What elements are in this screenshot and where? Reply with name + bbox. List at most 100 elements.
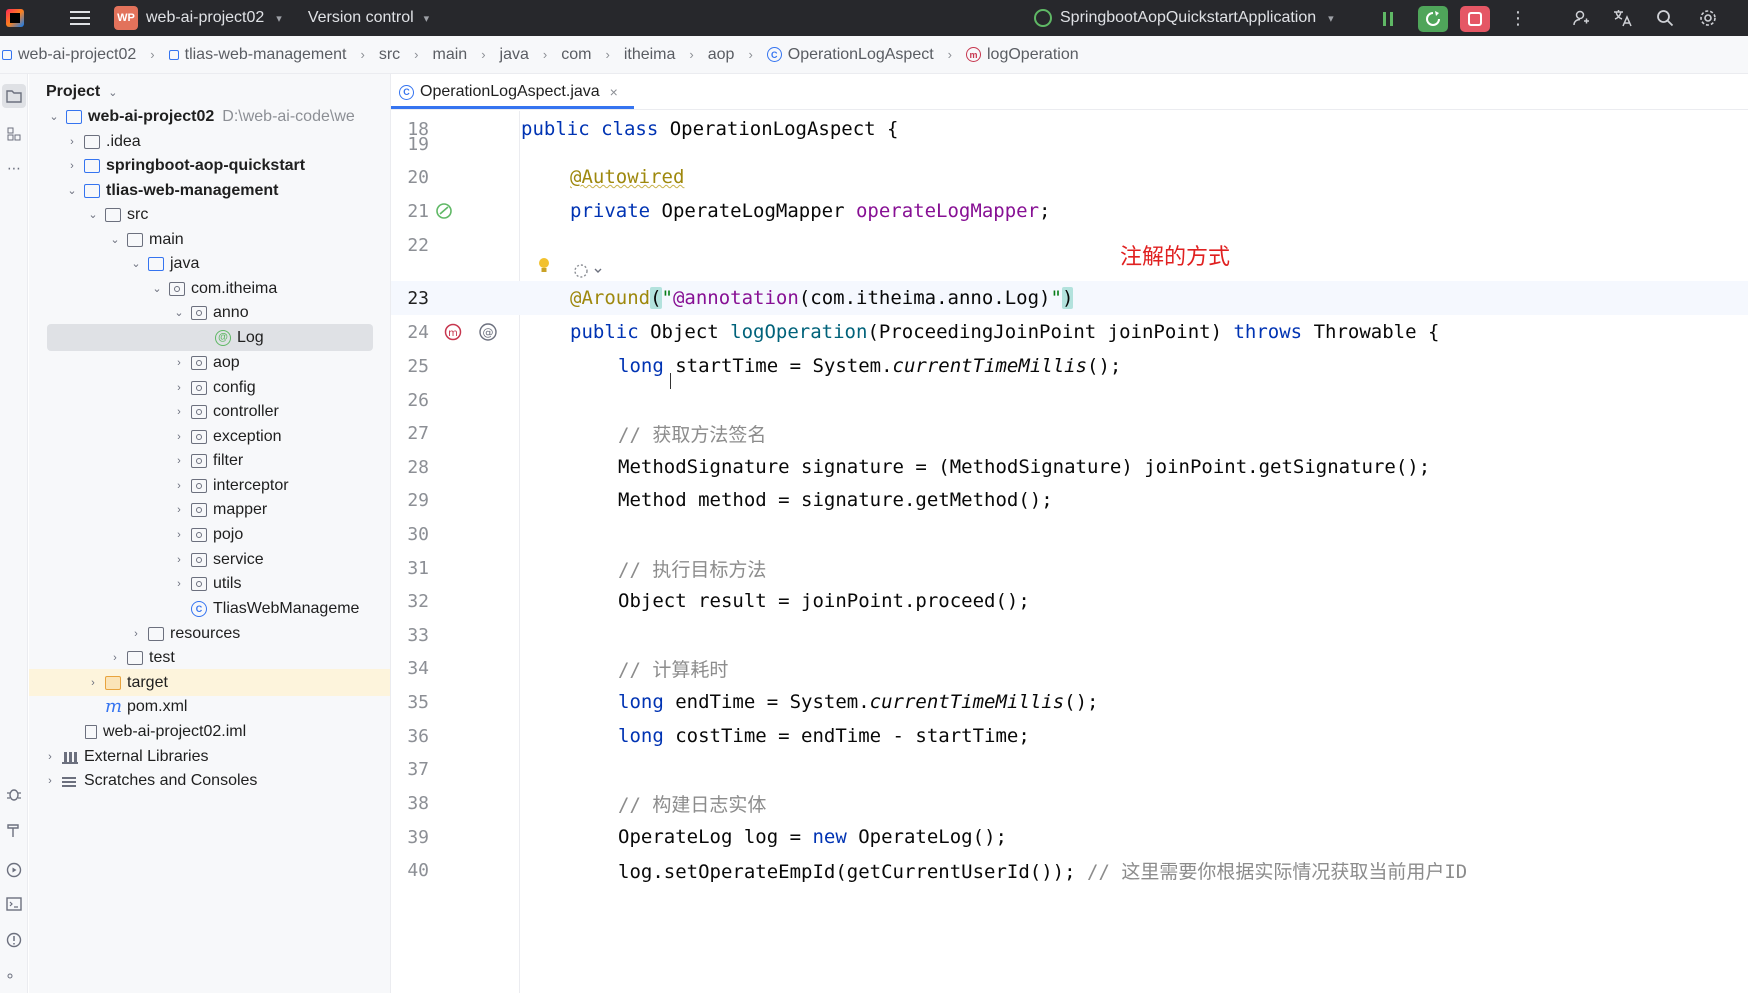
tab-operation-log-aspect[interactable]: C OperationLogAspect.java × (391, 74, 626, 110)
breadcrumb-item-aop[interactable]: aop (708, 46, 735, 64)
tree-item-config[interactable]: › config (29, 374, 390, 401)
breadcrumb-item-main[interactable]: main (433, 46, 468, 64)
run-configuration-selector[interactable]: SpringbootAopQuickstartApplication ▾ (1034, 0, 1334, 36)
settings-button[interactable] (1690, 0, 1726, 36)
line-number: 24 (407, 321, 429, 343)
breadcrumb-item-com[interactable]: com (561, 46, 591, 64)
tree-item-application-class[interactable]: C TliasWebManageme (29, 595, 390, 622)
project-tool-button[interactable] (2, 84, 26, 108)
line-number: 32 (407, 590, 429, 612)
main-menu-button[interactable] (62, 0, 98, 36)
tree-item-java[interactable]: ⌄ java (29, 250, 390, 277)
file-icon (85, 724, 97, 739)
more-actions-button[interactable]: ⋮ (1500, 0, 1536, 36)
tree-item-target[interactable]: › target (29, 669, 390, 696)
at-annotation-icon[interactable]: @ (478, 322, 498, 342)
code-comment: // 获取方法签名 (618, 423, 767, 446)
breadcrumb-label: OperationLogAspect (787, 45, 934, 63)
tree-item-main[interactable]: ⌄ main (29, 226, 390, 253)
chevron-down-icon: ⌄ (108, 86, 118, 99)
project-name: web-ai-project02 (146, 9, 265, 26)
tree-item-anno[interactable]: ⌄ anno (29, 299, 390, 326)
tree-item-filter[interactable]: › filter (29, 447, 390, 474)
breadcrumb-item-project[interactable]: web-ai-project02 (2, 46, 136, 64)
line-number: 22 (407, 234, 429, 256)
user-icon (1573, 10, 1589, 26)
git-tool-button[interactable] (2, 964, 26, 988)
tree-item-com-itheima[interactable]: ⌄ com.itheima (29, 275, 390, 302)
breadcrumb-item-module[interactable]: tlias-web-management (168, 46, 346, 64)
breadcrumb-item-itheima[interactable]: itheima (624, 46, 676, 64)
advice-method-icon[interactable]: m (443, 322, 463, 342)
lightbulb-icon[interactable] (534, 256, 554, 276)
tree-item-external-libraries[interactable]: › External Libraries (29, 743, 390, 770)
build-tool-button[interactable] (2, 818, 26, 842)
more-horizontal-icon: ⋯ (7, 159, 21, 176)
tree-item-resources[interactable]: › resources (29, 620, 390, 647)
structure-tool-button[interactable] (2, 122, 26, 146)
code-text: @Autowired (570, 166, 685, 188)
tree-item-aop[interactable]: › aop (29, 349, 390, 376)
translate-button[interactable] (1605, 0, 1641, 36)
tree-item-springboot-aop[interactable]: › springboot-aop-quickstart (29, 152, 390, 179)
project-switcher[interactable]: WP web-ai-project02 ▾ (114, 6, 282, 30)
code-line: 37 (391, 752, 1748, 786)
tree-item-pom[interactable]: m pom.xml (29, 693, 390, 720)
line-number: 40 (407, 859, 429, 881)
tree-item-src[interactable]: ⌄ src (29, 201, 390, 228)
line-number: 30 (407, 523, 429, 545)
breadcrumb-item-class[interactable]: C OperationLogAspect (766, 45, 934, 64)
terminal-tool-button[interactable] (2, 892, 26, 916)
rerun-button[interactable] (1418, 6, 1448, 32)
breadcrumb-label: logOperation (987, 45, 1079, 63)
account-button[interactable] (1563, 0, 1599, 36)
tree-item-mapper[interactable]: › mapper (29, 496, 390, 523)
more-tools-button[interactable]: ⋯ (2, 156, 26, 180)
breadcrumb-item-src[interactable]: src (379, 46, 400, 64)
version-control-label: Version control (307, 9, 414, 26)
tree-item-label: anno (213, 303, 249, 321)
autowired-bean-icon[interactable] (434, 201, 454, 221)
tree-item-idea[interactable]: › .idea (29, 128, 390, 155)
tree-item-label: main (149, 230, 184, 248)
tree-item-root[interactable]: ⌄ web-ai-project02 D:\web-ai-code\we (29, 103, 390, 130)
tree-item-controller[interactable]: › controller (29, 398, 390, 425)
stop-button[interactable] (1460, 6, 1490, 32)
tree-item-utils[interactable]: › utils (29, 570, 390, 597)
chevron-right-icon: › (177, 381, 181, 394)
chevron-right-icon: › (748, 47, 753, 62)
library-icon (62, 750, 78, 764)
tree-item-interceptor[interactable]: › interceptor (29, 472, 390, 499)
line-number: 39 (407, 826, 429, 848)
tree-item-scratches[interactable]: › Scratches and Consoles (29, 767, 390, 794)
breadcrumb-item-method[interactable]: m logOperation (966, 46, 1079, 64)
hammer-icon (7, 824, 19, 837)
tree-item-iml[interactable]: web-ai-project02.iml (29, 718, 390, 745)
chevron-right-icon: › (177, 479, 181, 492)
ai-actions-icon[interactable] (571, 261, 605, 281)
tree-item-service[interactable]: › service (29, 546, 390, 573)
tree-item-test[interactable]: › test (29, 644, 390, 671)
annotation-note: 注解的方式 (1120, 245, 1231, 270)
problems-tool-button[interactable] (2, 928, 26, 952)
breadcrumb-item-java[interactable]: java (500, 46, 529, 64)
pause-button[interactable] (1374, 6, 1404, 32)
code-line: 30 (391, 517, 1748, 551)
tree-item-exception[interactable]: › exception (29, 423, 390, 450)
folder-icon (6, 90, 22, 103)
chevron-right-icon: › (414, 47, 419, 62)
package-icon (191, 380, 207, 395)
debug-tool-button[interactable] (2, 782, 26, 806)
tree-item-label: springboot-aop-quickstart (106, 156, 306, 174)
services-tool-button[interactable] (2, 858, 26, 882)
code-text: long startTime = System.currentTimeMilli… (618, 355, 1122, 377)
tree-item-tlias[interactable]: ⌄ tlias-web-management (29, 177, 390, 204)
tree-item-log[interactable]: @ Log (47, 324, 373, 351)
tree-item-label: tlias-web-management (106, 181, 279, 199)
tree-item-pojo[interactable]: › pojo (29, 521, 390, 548)
code-editor[interactable]: 18 public class OperationLogAspect { 19 … (391, 111, 1748, 993)
version-control-menu[interactable]: Version control ▾ (308, 9, 429, 27)
close-icon[interactable]: × (610, 84, 618, 100)
search-everywhere-button[interactable] (1647, 0, 1683, 36)
chevron-right-icon: › (177, 503, 181, 516)
